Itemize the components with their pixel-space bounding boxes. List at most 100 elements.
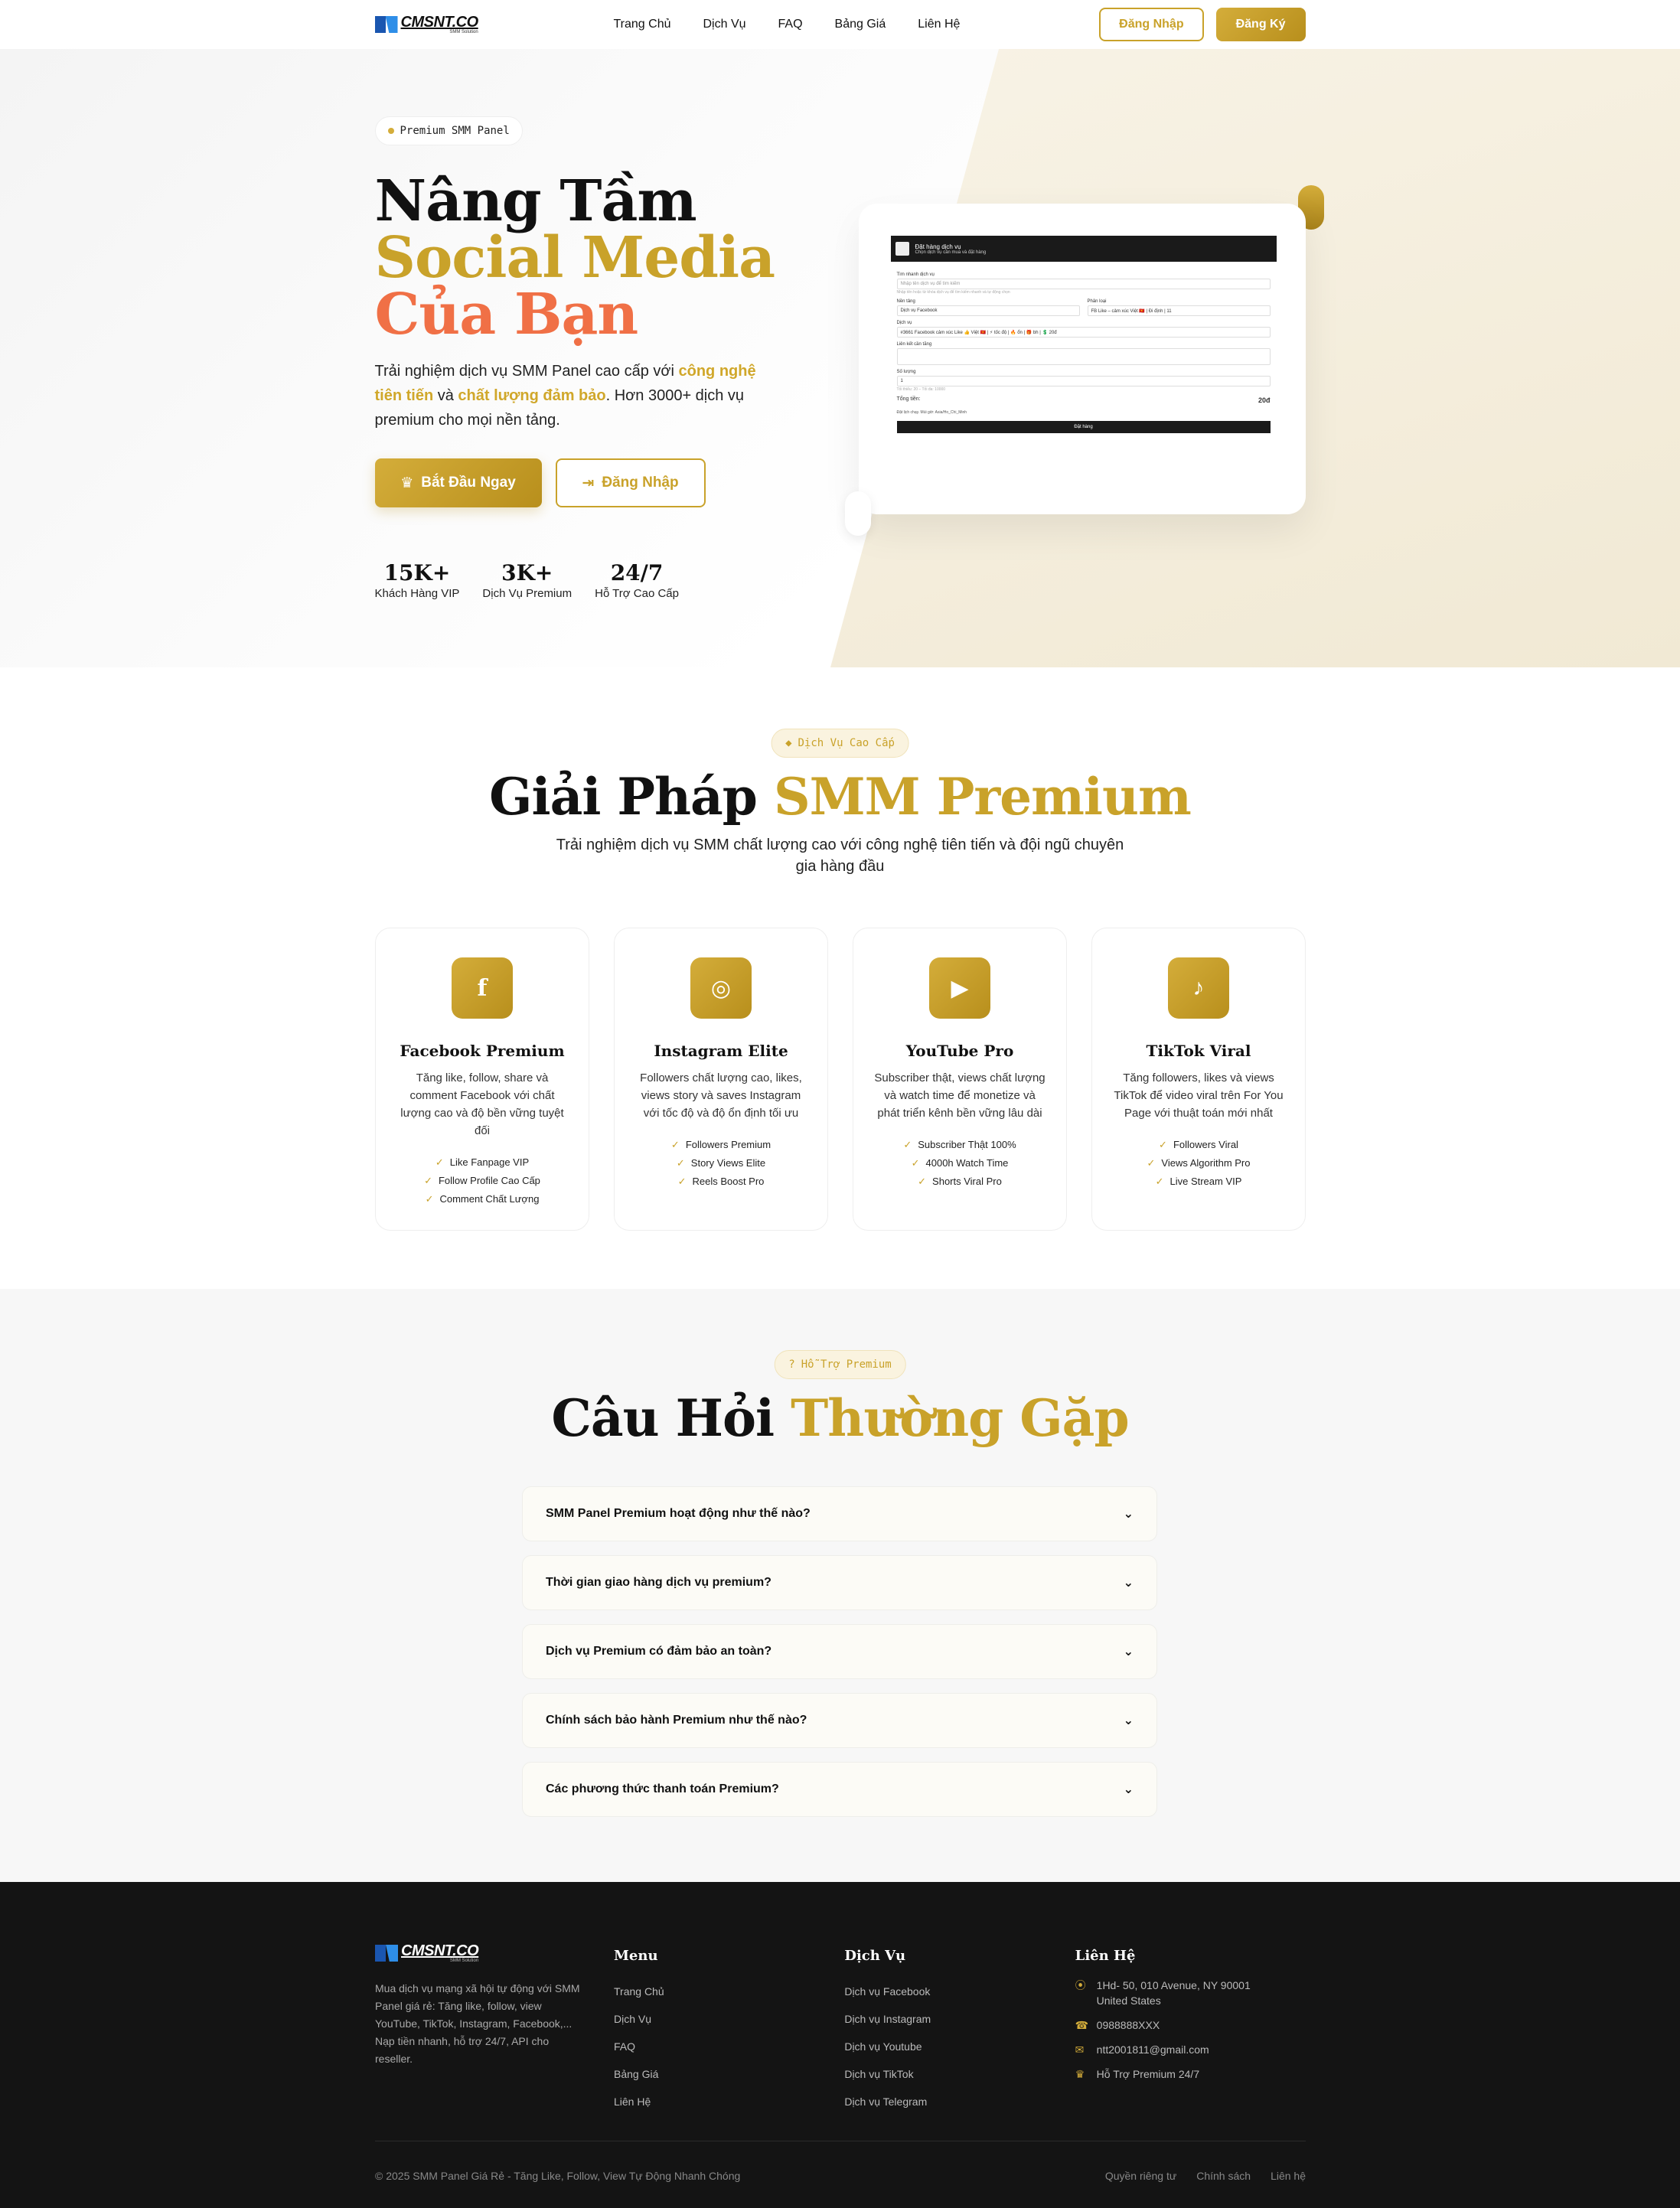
- phone-icon: ☎: [1075, 2019, 1089, 2031]
- service-card-youtube[interactable]: ▶ YouTube Pro Subscriber thật, views chấ…: [853, 928, 1067, 1231]
- feature-item: ✓ Like Fanpage VIP: [376, 1153, 589, 1172]
- services-title-highlight: SMM Premium: [773, 767, 1192, 827]
- chevron-down-icon: ⌄: [1123, 1508, 1134, 1521]
- stat-item: 24/7 Hỗ Trợ Cao Cấp: [595, 560, 679, 600]
- feature-item: ✓ Story Views Elite: [615, 1154, 827, 1172]
- map-pin-icon: ⦿: [1075, 1979, 1086, 1991]
- logo-mark-icon: [375, 1945, 398, 1962]
- feature-item: ✓ Shorts Viral Pro: [853, 1172, 1066, 1191]
- hero-title-line-2: Social Media: [374, 225, 776, 291]
- contact-email-text[interactable]: ntt2001811@gmail.com: [1097, 2042, 1209, 2057]
- faq-section: ? Hỗ Trợ Premium Câu Hỏi Thường Gặp SMM …: [0, 1289, 1680, 1882]
- check-icon: ✓: [424, 1175, 432, 1186]
- feature-label: Like Fanpage VIP: [449, 1156, 530, 1168]
- footer-link-telegram[interactable]: Dịch vụ Telegram: [844, 2088, 1075, 2115]
- footer-link-services[interactable]: Dịch Vụ: [614, 2005, 844, 2033]
- contact-address: ⦿ 1Hd- 50, 010 Avenue, NY 90001 United St…: [1075, 1978, 1306, 2008]
- hero-title-line-3: Của Bạn: [374, 282, 639, 347]
- logo-mark-icon: [374, 16, 398, 33]
- footer-link-contact[interactable]: Liên Hệ: [614, 2088, 844, 2115]
- nav-link-services[interactable]: Dịch Vụ: [703, 18, 746, 31]
- card-title: YouTube Pro: [905, 1042, 1014, 1060]
- instagram-icon: ◎: [690, 957, 752, 1019]
- policy-link[interactable]: Chính sách: [1196, 2170, 1251, 2182]
- question-icon: ?: [788, 1358, 795, 1371]
- start-now-button[interactable]: ♛ Bắt Đầu Ngay: [374, 458, 542, 507]
- contact-phone: ☎ 0988888XXX: [1075, 2017, 1306, 2033]
- site-logo[interactable]: CMSNT.CO SMM Solution: [374, 15, 614, 34]
- check-icon: ✓: [918, 1176, 927, 1187]
- service-card-instagram[interactable]: ◎ Instagram Elite Followers chất lượng c…: [614, 928, 828, 1231]
- footer-link-home[interactable]: Trang Chủ: [614, 1978, 844, 2005]
- privacy-link[interactable]: Quyền riêng tư: [1105, 2170, 1176, 2182]
- footer-link-facebook[interactable]: Dịch vụ Facebook: [844, 1978, 1075, 2005]
- footer-link-instagram[interactable]: Dịch vụ Instagram: [844, 2005, 1075, 2033]
- stat-label: Khách Hàng VIP: [374, 587, 460, 600]
- logo-subtext: SMM Solution: [449, 30, 478, 34]
- feature-label: Live Stream VIP: [1169, 1176, 1242, 1187]
- services-pill-label: Dịch Vụ Cao Cấp: [798, 737, 895, 749]
- service-card-facebook[interactable]: f Facebook Premium Tăng like, follow, sh…: [375, 928, 589, 1231]
- contact-phone-text[interactable]: 0988888XXX: [1097, 2017, 1160, 2033]
- faq-question: Dịch vụ Premium có đảm bảo an toàn?: [546, 1645, 772, 1658]
- faq-item[interactable]: Dịch vụ Premium có đảm bảo an toàn? ⌄: [522, 1624, 1157, 1679]
- register-button[interactable]: Đăng Ký: [1215, 8, 1306, 41]
- feature-item: ✓ Comment Chất Lượng: [376, 1190, 589, 1208]
- faq-item[interactable]: Chính sách bảo hành Premium như thế nào?…: [522, 1693, 1157, 1748]
- chevron-down-icon: ⌄: [1123, 1783, 1134, 1796]
- youtube-icon: ▶: [929, 957, 990, 1019]
- chevron-down-icon: ⌄: [1123, 1714, 1134, 1727]
- faq-title: Câu Hỏi Thường Gặp: [0, 1388, 1680, 1448]
- card-description: Followers chất lượng cao, likes, views s…: [640, 1071, 802, 1120]
- main-menu: Trang Chủ Dịch Vụ FAQ Bảng Giá Liên Hệ: [614, 18, 961, 31]
- preview-hint: Tối thiểu: 20 – Tối đa: 10000: [896, 387, 946, 392]
- hero-description: Trải nghiệm dịch vụ SMM Panel cao cấp vớ…: [375, 359, 758, 432]
- chevron-down-icon: ⌄: [1123, 1577, 1134, 1590]
- feature-label: Story Views Elite: [690, 1157, 766, 1169]
- stat-number: 15K+: [383, 560, 451, 585]
- copyright: © 2025 SMM Panel Giá Rẻ - Tăng Like, Fol…: [375, 2170, 741, 2182]
- hero-login-button[interactable]: ⇥ Đăng Nhập: [555, 458, 706, 507]
- dot-icon: [387, 128, 394, 134]
- faq-pill-label: Hỗ Trợ Premium: [801, 1358, 892, 1371]
- feature-item: ✓ Followers Premium: [615, 1136, 827, 1154]
- preview-label: Nền tảng: [896, 299, 915, 304]
- hero-title-line-1: Nâng Tầm: [374, 168, 697, 234]
- footer-link-pricing[interactable]: Bảng Giá: [614, 2060, 844, 2088]
- faq-item[interactable]: Các phương thức thanh toán Premium? ⌄: [522, 1762, 1157, 1817]
- check-icon: ✓: [425, 1193, 434, 1205]
- login-button[interactable]: Đăng Nhập: [1099, 8, 1204, 41]
- preview-subtitle: Chọn dịch vụ cần mua và đặt hàng: [915, 250, 987, 255]
- service-card-tiktok[interactable]: ♪ TikTok Viral Tăng followers, likes và …: [1091, 928, 1306, 1231]
- faq-item[interactable]: SMM Panel Premium hoạt động như thế nào?…: [522, 1486, 1157, 1541]
- footer-link-tiktok[interactable]: Dịch vụ TikTok: [844, 2060, 1075, 2088]
- check-icon: ✓: [670, 1139, 680, 1150]
- check-icon: ✓: [1159, 1139, 1167, 1150]
- nav-link-contact[interactable]: Liên Hệ: [918, 18, 960, 31]
- check-icon: ✓: [903, 1139, 912, 1150]
- footer-link-faq[interactable]: FAQ: [614, 2033, 844, 2060]
- contact-email: ✉ ntt2001811@gmail.com: [1075, 2042, 1306, 2057]
- nav-link-pricing[interactable]: Bảng Giá: [835, 18, 886, 31]
- faq-pill: ? Hỗ Trợ Premium: [774, 1350, 906, 1379]
- card-title: Facebook Premium: [400, 1042, 565, 1060]
- faq-question: Thời gian giao hàng dịch vụ premium?: [546, 1576, 771, 1589]
- preview-label: Tìm nhanh dịch vụ: [896, 272, 935, 277]
- check-icon: ✓: [911, 1157, 920, 1169]
- preview-total-label: Tổng tiền:: [896, 396, 921, 402]
- faq-list: SMM Panel Premium hoạt động như thế nào?…: [522, 1486, 1157, 1831]
- check-icon: ✓: [676, 1157, 685, 1169]
- preview-qty-input: 1: [896, 376, 1271, 386]
- footer-logo[interactable]: CMSNT.CO SMM Solution: [375, 1943, 614, 1963]
- preview-schedule: Đặt lịch chạy. Múi giờ: Asia/Ho_Chi_Minh: [896, 410, 967, 415]
- contact-link[interactable]: Liên hệ: [1271, 2170, 1306, 2182]
- card-description: Subscriber thật, views chất lượng và wat…: [874, 1071, 1046, 1120]
- faq-item[interactable]: Thời gian giao hàng dịch vụ premium? ⌄: [522, 1555, 1157, 1610]
- footer-description: Mua dịch vụ mạng xã hội tự động với SMM …: [375, 1982, 580, 2065]
- check-icon: ✓: [1155, 1176, 1164, 1187]
- footer-link-youtube[interactable]: Dịch vụ Youtube: [844, 2033, 1075, 2060]
- preview-header: Đặt hàng dịch vụ Chọn dịch vụ cần mua và…: [890, 236, 1277, 262]
- hero-login-label: Đăng Nhập: [602, 475, 679, 491]
- nav-link-home[interactable]: Trang Chủ: [614, 18, 671, 31]
- nav-link-faq[interactable]: FAQ: [778, 18, 803, 31]
